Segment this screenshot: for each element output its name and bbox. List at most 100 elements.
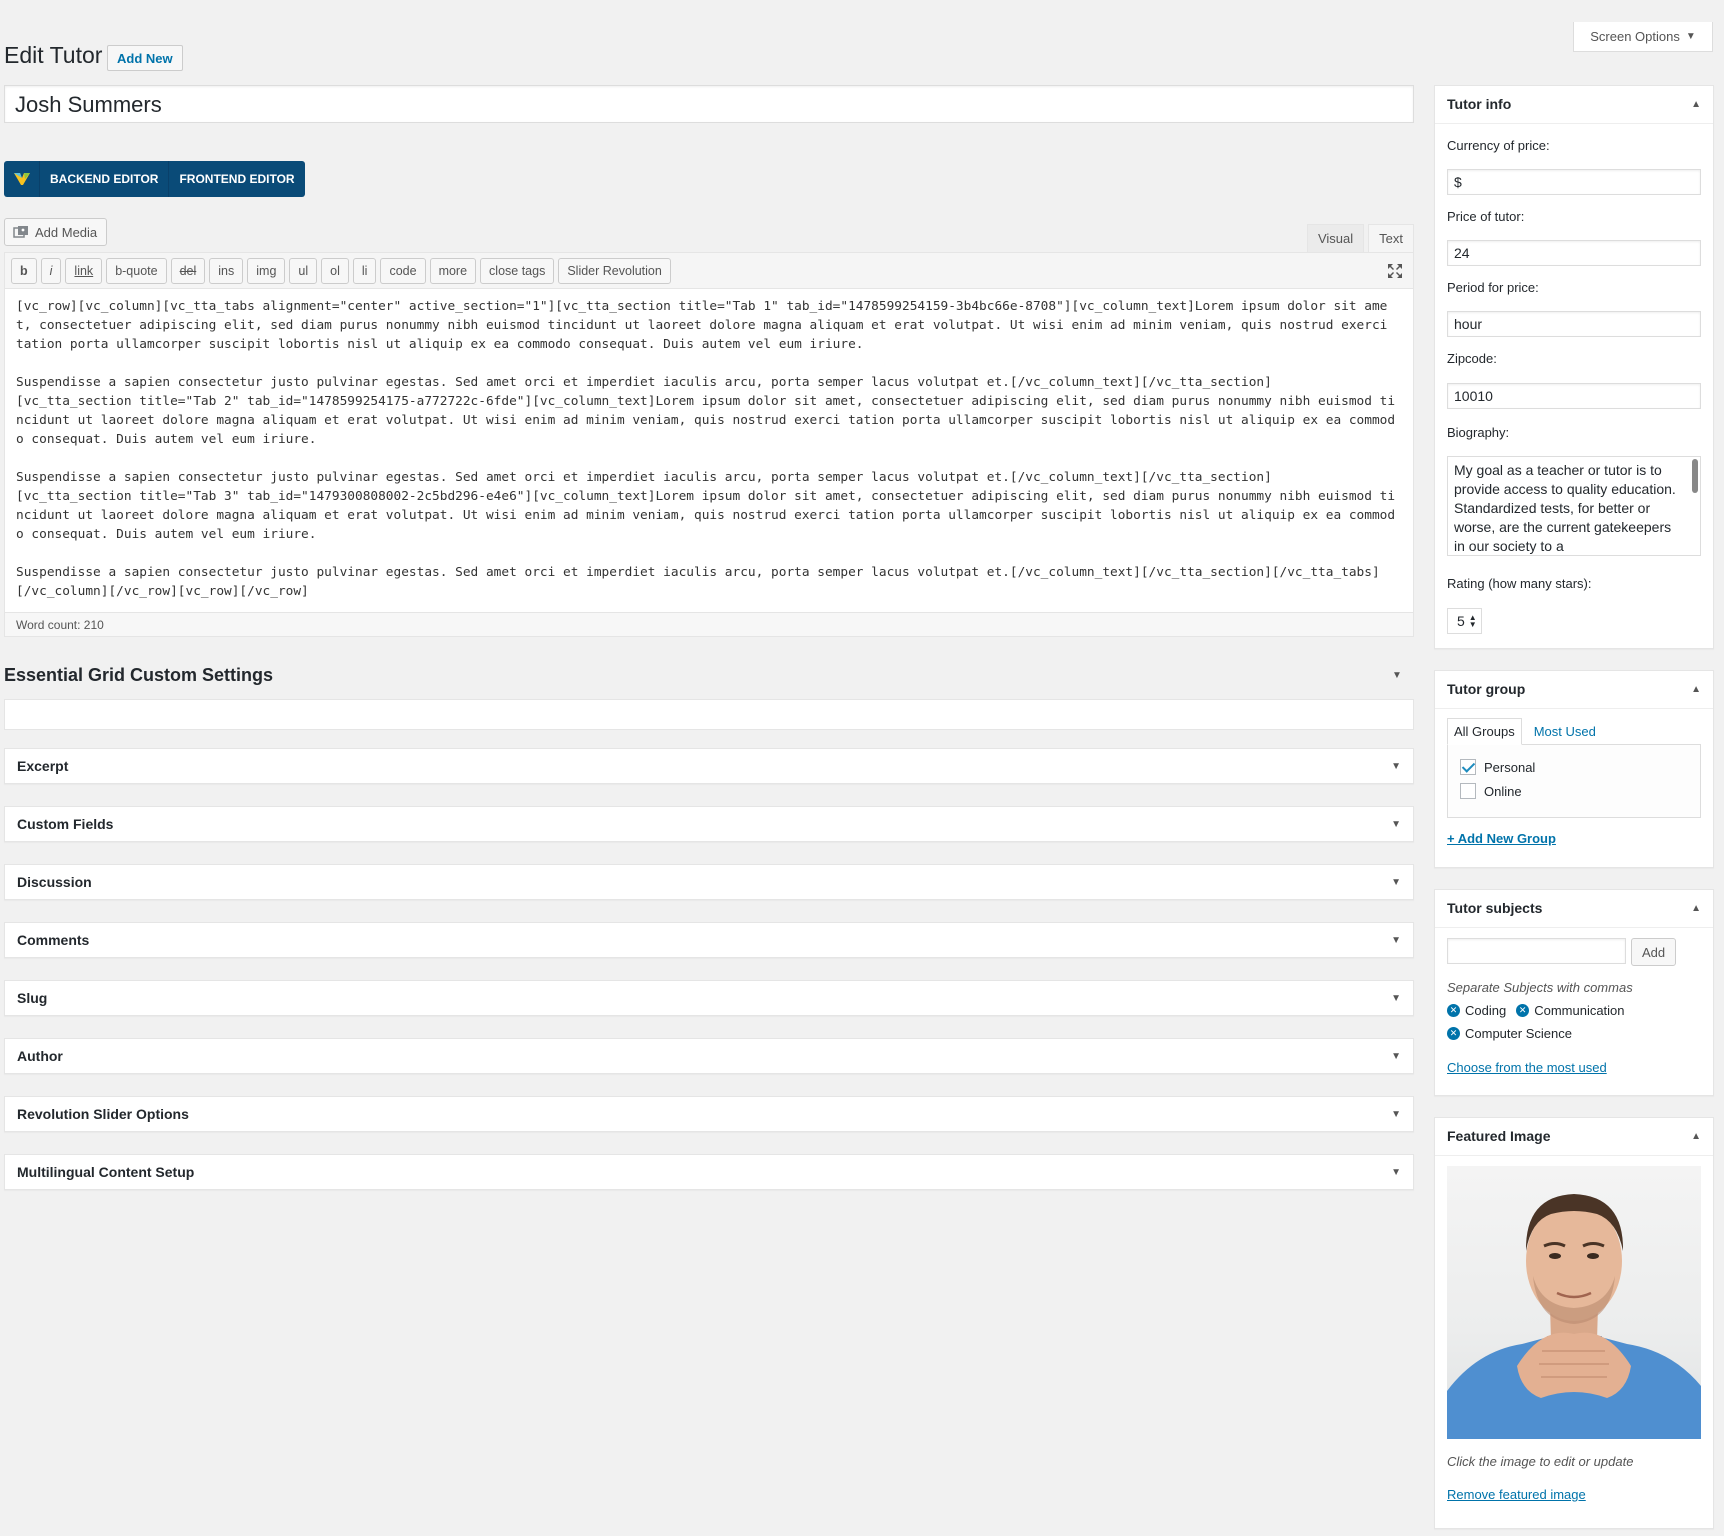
tab-visual[interactable]: Visual <box>1306 224 1365 252</box>
page-builder-bar: BACKEND EDITOR FRONTEND EDITOR <box>4 161 305 197</box>
subject-tags-row: ✕ Coding ✕ Communication <box>1447 1003 1625 1018</box>
tab-text[interactable]: Text <box>1368 224 1414 252</box>
essential-grid-box <box>4 699 1414 730</box>
qt-ol-button[interactable]: ol <box>321 257 349 284</box>
qt-li-button[interactable]: li <box>352 257 377 284</box>
rating-label: Rating (how many stars): <box>1447 576 1592 591</box>
toggle-arrow-icon[interactable]: ▼ <box>1391 993 1401 1004</box>
metabox-title: Discussion <box>17 874 92 890</box>
toggle-arrow-icon[interactable]: ▲ <box>1691 684 1701 695</box>
toggle-arrow-icon[interactable]: ▼ <box>1392 670 1402 681</box>
group-option-label: Online <box>1484 783 1522 799</box>
period-input[interactable]: hour <box>1447 311 1701 337</box>
qt-link-button[interactable]: link <box>65 257 103 284</box>
biography-textarea[interactable]: My goal as a teacher or tutor is to prov… <box>1447 456 1701 556</box>
checkbox-unchecked[interactable] <box>1460 783 1476 799</box>
zipcode-input[interactable]: 10010 <box>1447 383 1701 409</box>
qt-img-button[interactable]: img <box>247 257 286 284</box>
biography-scrollbar[interactable] <box>1692 459 1698 493</box>
qt-italic-button[interactable]: i <box>40 257 62 284</box>
qt-code-button[interactable]: code <box>380 257 426 284</box>
subjects-hint: Separate Subjects with commas <box>1447 980 1633 995</box>
subject-tag-label: Coding <box>1465 1003 1507 1018</box>
toggle-arrow-icon[interactable]: ▲ <box>1691 1131 1701 1142</box>
toggle-arrow-icon[interactable]: ▼ <box>1391 1167 1401 1178</box>
remove-tag-icon[interactable]: ✕ <box>1447 1004 1460 1017</box>
toggle-arrow-icon[interactable]: ▲ <box>1691 903 1701 914</box>
qt-blockquote-button[interactable]: b-quote <box>106 257 167 284</box>
currency-input[interactable]: $ <box>1447 169 1701 195</box>
zipcode-label: Zipcode: <box>1447 351 1497 366</box>
subject-tags-row: ✕ Computer Science <box>1447 1026 1572 1041</box>
add-media-button[interactable]: Add Media <box>4 218 108 246</box>
currency-label: Currency of price: <box>1447 138 1550 153</box>
toggle-arrow-icon[interactable]: ▼ <box>1391 877 1401 888</box>
metabox-comments[interactable]: Comments ▼ <box>4 922 1414 958</box>
tutor-info-header[interactable]: Tutor info ▲ <box>1435 86 1713 124</box>
add-subject-button[interactable]: Add <box>1631 938 1677 966</box>
post-title-input[interactable]: Josh Summers <box>4 85 1414 123</box>
biography-text: My goal as a teacher or tutor is to prov… <box>1454 462 1676 554</box>
qt-ins-button[interactable]: ins <box>209 257 244 284</box>
featured-image-thumbnail[interactable] <box>1447 1166 1701 1439</box>
tutor-group-list: Personal Online <box>1447 744 1701 818</box>
metabox-multilingual-content-setup[interactable]: Multilingual Content Setup ▼ <box>4 1154 1414 1190</box>
quicktags-toolbar: b i link b-quote del ins img ul ol li co… <box>5 253 1413 289</box>
remove-tag-icon[interactable]: ✕ <box>1516 1004 1530 1017</box>
group-option-personal[interactable]: Personal <box>1460 759 1535 775</box>
fullscreen-icon[interactable] <box>1387 263 1403 279</box>
tab-all-groups[interactable]: All Groups <box>1447 718 1522 745</box>
featured-image-hint: Click the image to edit or update <box>1447 1454 1634 1469</box>
toggle-arrow-icon[interactable]: ▼ <box>1391 1109 1401 1120</box>
content-editor: b i link b-quote del ins img ul ol li co… <box>4 252 1414 637</box>
subjects-input[interactable] <box>1447 938 1626 964</box>
tutor-group-title: Tutor group <box>1447 681 1526 697</box>
tutor-info-box: Tutor info ▲ Currency of price: $ Price … <box>1434 85 1714 649</box>
screen-options-button[interactable]: Screen Options ▼ <box>1573 22 1713 52</box>
qt-slider-revolution-button[interactable]: Slider Revolution <box>558 257 671 284</box>
metabox-revolution-slider-options[interactable]: Revolution Slider Options ▼ <box>4 1096 1414 1132</box>
tutor-subjects-header[interactable]: Tutor subjects ▲ <box>1435 890 1713 928</box>
caret-down-icon: ▼ <box>1685 31 1696 42</box>
toggle-arrow-icon[interactable]: ▲ <box>1691 99 1701 110</box>
rating-select[interactable]: 5 ▲ ▼ <box>1447 608 1482 634</box>
remove-tag-icon[interactable]: ✕ <box>1447 1027 1460 1040</box>
backend-editor-button[interactable]: BACKEND EDITOR <box>40 161 170 197</box>
biography-label: Biography: <box>1447 425 1510 440</box>
qt-more-button[interactable]: more <box>429 257 477 284</box>
group-option-label: Personal <box>1484 759 1536 775</box>
group-option-online[interactable]: Online <box>1460 783 1522 799</box>
metabox-excerpt[interactable]: Excerpt ▼ <box>4 748 1414 784</box>
tutor-group-header[interactable]: Tutor group ▲ <box>1435 671 1713 709</box>
qt-close-tags-button[interactable]: close tags <box>480 257 555 284</box>
period-label: Period for price: <box>1447 280 1539 295</box>
metabox-slug[interactable]: Slug ▼ <box>4 980 1414 1016</box>
media-icon <box>13 226 28 238</box>
checkbox-checked[interactable] <box>1460 759 1476 775</box>
metabox-author[interactable]: Author ▼ <box>4 1038 1414 1074</box>
remove-featured-image-link[interactable]: Remove featured image <box>1447 1487 1586 1502</box>
qt-ul-button[interactable]: ul <box>289 257 318 284</box>
qt-bold-button[interactable]: b <box>11 257 37 284</box>
toggle-arrow-icon[interactable]: ▼ <box>1391 819 1401 830</box>
editor-textarea[interactable]: [vc_row][vc_column][vc_tta_tabs alignmen… <box>5 289 1413 607</box>
featured-image-header[interactable]: Featured Image ▲ <box>1435 1118 1713 1156</box>
qt-del-button[interactable]: del <box>170 257 206 284</box>
editor-mode-tabs: Visual Text <box>1306 224 1414 252</box>
toggle-arrow-icon[interactable]: ▼ <box>1391 935 1401 946</box>
add-new-group-link[interactable]: + Add New Group <box>1447 831 1556 846</box>
price-input[interactable]: 24 <box>1447 240 1701 266</box>
visual-composer-logo-icon <box>4 161 40 197</box>
choose-most-used-link[interactable]: Choose from the most used <box>1447 1060 1607 1075</box>
metabox-title: Comments <box>17 932 90 948</box>
toggle-arrow-icon[interactable]: ▼ <box>1391 761 1401 772</box>
select-arrows-icon: ▲ ▼ <box>1468 613 1477 629</box>
tab-most-used[interactable]: Most Used <box>1522 718 1602 745</box>
add-new-button[interactable]: Add New <box>107 45 183 71</box>
add-media-label: Add Media <box>35 224 98 240</box>
frontend-editor-button[interactable]: FRONTEND EDITOR <box>169 161 304 197</box>
metabox-discussion[interactable]: Discussion ▼ <box>4 864 1414 900</box>
tutor-subjects-title: Tutor subjects <box>1447 900 1543 916</box>
toggle-arrow-icon[interactable]: ▼ <box>1391 1051 1401 1062</box>
metabox-custom-fields[interactable]: Custom Fields ▼ <box>4 806 1414 842</box>
